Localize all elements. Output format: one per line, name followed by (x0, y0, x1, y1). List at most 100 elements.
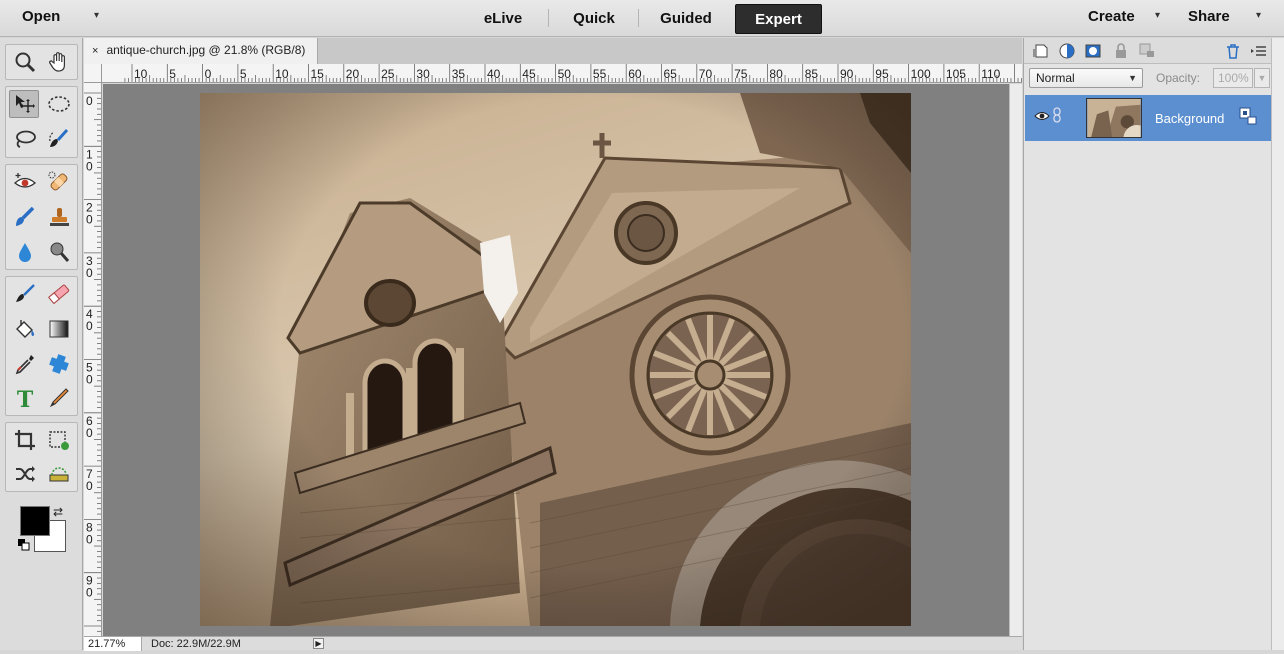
opacity-input[interactable]: 100% (1213, 68, 1253, 88)
tool-group-view (5, 44, 78, 80)
mode-divider (548, 9, 549, 27)
mode-divider (638, 9, 639, 27)
ruler-label: 90 (840, 67, 854, 81)
crop-icon[interactable] (10, 426, 40, 454)
ruler-origin[interactable] (84, 64, 102, 83)
clone-stamp-icon[interactable] (44, 203, 74, 231)
blend-mode-select[interactable]: Normal ▼ (1029, 68, 1143, 88)
eraser-icon[interactable] (44, 280, 74, 308)
share-dropdown-icon[interactable]: ▾ (1256, 10, 1261, 21)
lasso-icon[interactable] (10, 125, 40, 153)
ruler-label: 95 (875, 67, 889, 81)
ruler-label: 60 (628, 67, 642, 81)
swap-colors-icon[interactable]: ⇄ (53, 505, 63, 519)
ruler-label: 85 (805, 67, 819, 81)
document-size-info: Doc: 22.9M/22.9M (151, 638, 241, 650)
ruler-label: 0 (86, 373, 93, 387)
quick-selection-icon[interactable] (44, 125, 74, 153)
delete-layer-icon[interactable] (1224, 42, 1242, 60)
mode-tab-elive[interactable]: eLive (462, 4, 544, 34)
panel-menu-icon[interactable] (1250, 42, 1268, 60)
mode-tab-quick[interactable]: Quick (554, 4, 634, 34)
content-aware-move-icon[interactable] (10, 460, 40, 488)
visibility-eye-icon[interactable] (1034, 110, 1050, 122)
layer-mask-icon[interactable] (1084, 42, 1102, 60)
lock-transparency-icon[interactable] (1138, 42, 1156, 60)
ruler-label: 105 (946, 67, 966, 81)
brush-icon[interactable] (10, 280, 40, 308)
mode-tab-guided[interactable]: Guided (644, 4, 728, 34)
blend-mode-value: Normal (1036, 71, 1075, 85)
ruler-label: 65 (664, 67, 678, 81)
type-icon[interactable]: T (10, 384, 40, 412)
paint-bucket-icon[interactable] (10, 315, 40, 343)
layer-lock-icon[interactable] (1239, 107, 1257, 125)
chevron-down-icon: ▼ (1128, 73, 1137, 83)
vertical-ruler[interactable]: 0102030405060708090 (84, 83, 102, 637)
ruler-label: 0 (86, 159, 93, 173)
default-colors-icon[interactable] (17, 538, 31, 552)
zoom-level-field[interactable]: 21.77% (84, 637, 142, 651)
share-button[interactable]: Share (1188, 8, 1230, 25)
spot-healing-icon[interactable] (44, 168, 74, 196)
status-menu-arrow-icon[interactable]: ▶ (313, 638, 324, 649)
straighten-icon[interactable] (44, 460, 74, 488)
custom-shape-icon[interactable] (44, 350, 74, 378)
ruler-label: 0 (205, 67, 212, 81)
ruler-label: 0 (86, 426, 93, 440)
ruler-label: 0 (86, 319, 93, 333)
tool-group-modify (5, 422, 78, 492)
gradient-icon[interactable] (44, 315, 74, 343)
ruler-label: 0 (86, 94, 93, 108)
ruler-label: 45 (522, 67, 536, 81)
document-image[interactable] (200, 93, 911, 626)
ruler-label: 110 (981, 67, 1000, 81)
ruler-label: 35 (452, 67, 466, 81)
status-bar: 21.77% Doc: 22.9M/22.9M ▶ (84, 636, 1022, 651)
lock-all-icon[interactable] (1112, 42, 1130, 60)
adjustment-layer-icon[interactable] (1058, 42, 1076, 60)
horizontal-ruler[interactable]: 10 5 0 5 10 15 20 25 30 35 40 45 50 55 60 65 70 75 80 85 90 9… (84, 64, 1022, 83)
ruler-label: 25 (381, 67, 395, 81)
link-icon[interactable] (1053, 107, 1061, 123)
ruler-label: 75 (734, 67, 748, 81)
close-icon[interactable]: × (92, 45, 98, 57)
marquee-icon[interactable] (44, 90, 74, 118)
layers-panel: Normal ▼ Opacity: 100% ▼ Background (1023, 38, 1272, 650)
opacity-label: Opacity: (1156, 71, 1201, 85)
move-icon[interactable] (9, 90, 39, 118)
mode-tab-expert[interactable]: Expert (735, 4, 822, 34)
open-button[interactable]: Open (22, 8, 60, 25)
layers-toolbar (1024, 38, 1272, 64)
ruler-label: 0 (86, 266, 93, 280)
panel-scrollbar[interactable] (1271, 38, 1284, 650)
pencil-icon[interactable] (44, 384, 74, 412)
smart-brush-icon[interactable] (10, 203, 40, 231)
top-menu-bar: Open ▾ eLive Quick Guided Expert Create … (0, 0, 1284, 37)
recompose-icon[interactable] (44, 426, 74, 454)
document-title: antique-church.jpg @ 21.8% (RGB/8) (106, 43, 306, 57)
blur-icon[interactable] (10, 238, 40, 266)
ruler-label: 70 (699, 67, 713, 81)
ruler-label: 5 (240, 67, 247, 81)
layer-row-background[interactable]: Background (1025, 95, 1271, 141)
eyedropper-icon[interactable] (10, 350, 40, 378)
canvas-vertical-scrollbar[interactable] (1009, 84, 1022, 636)
red-eye-icon[interactable] (10, 168, 40, 196)
layer-thumbnail (1086, 98, 1142, 138)
open-dropdown-icon[interactable]: ▾ (94, 10, 99, 21)
opacity-dropdown-icon[interactable]: ▼ (1254, 68, 1270, 88)
zoom-icon[interactable] (10, 48, 40, 76)
create-dropdown-icon[interactable]: ▾ (1155, 10, 1160, 21)
document-tab[interactable]: × antique-church.jpg @ 21.8% (RGB/8) (84, 38, 318, 64)
ruler-label: 40 (487, 67, 501, 81)
hand-icon[interactable] (44, 48, 74, 76)
create-button[interactable]: Create (1088, 8, 1135, 25)
sponge-icon[interactable] (44, 238, 74, 266)
foreground-color-swatch[interactable] (20, 506, 50, 536)
new-layer-icon[interactable] (1032, 42, 1050, 60)
ruler-label: 0 (86, 532, 93, 546)
layer-name[interactable]: Background (1155, 111, 1224, 126)
ruler-label: 15 (311, 67, 325, 81)
ruler-label: 20 (346, 67, 360, 81)
